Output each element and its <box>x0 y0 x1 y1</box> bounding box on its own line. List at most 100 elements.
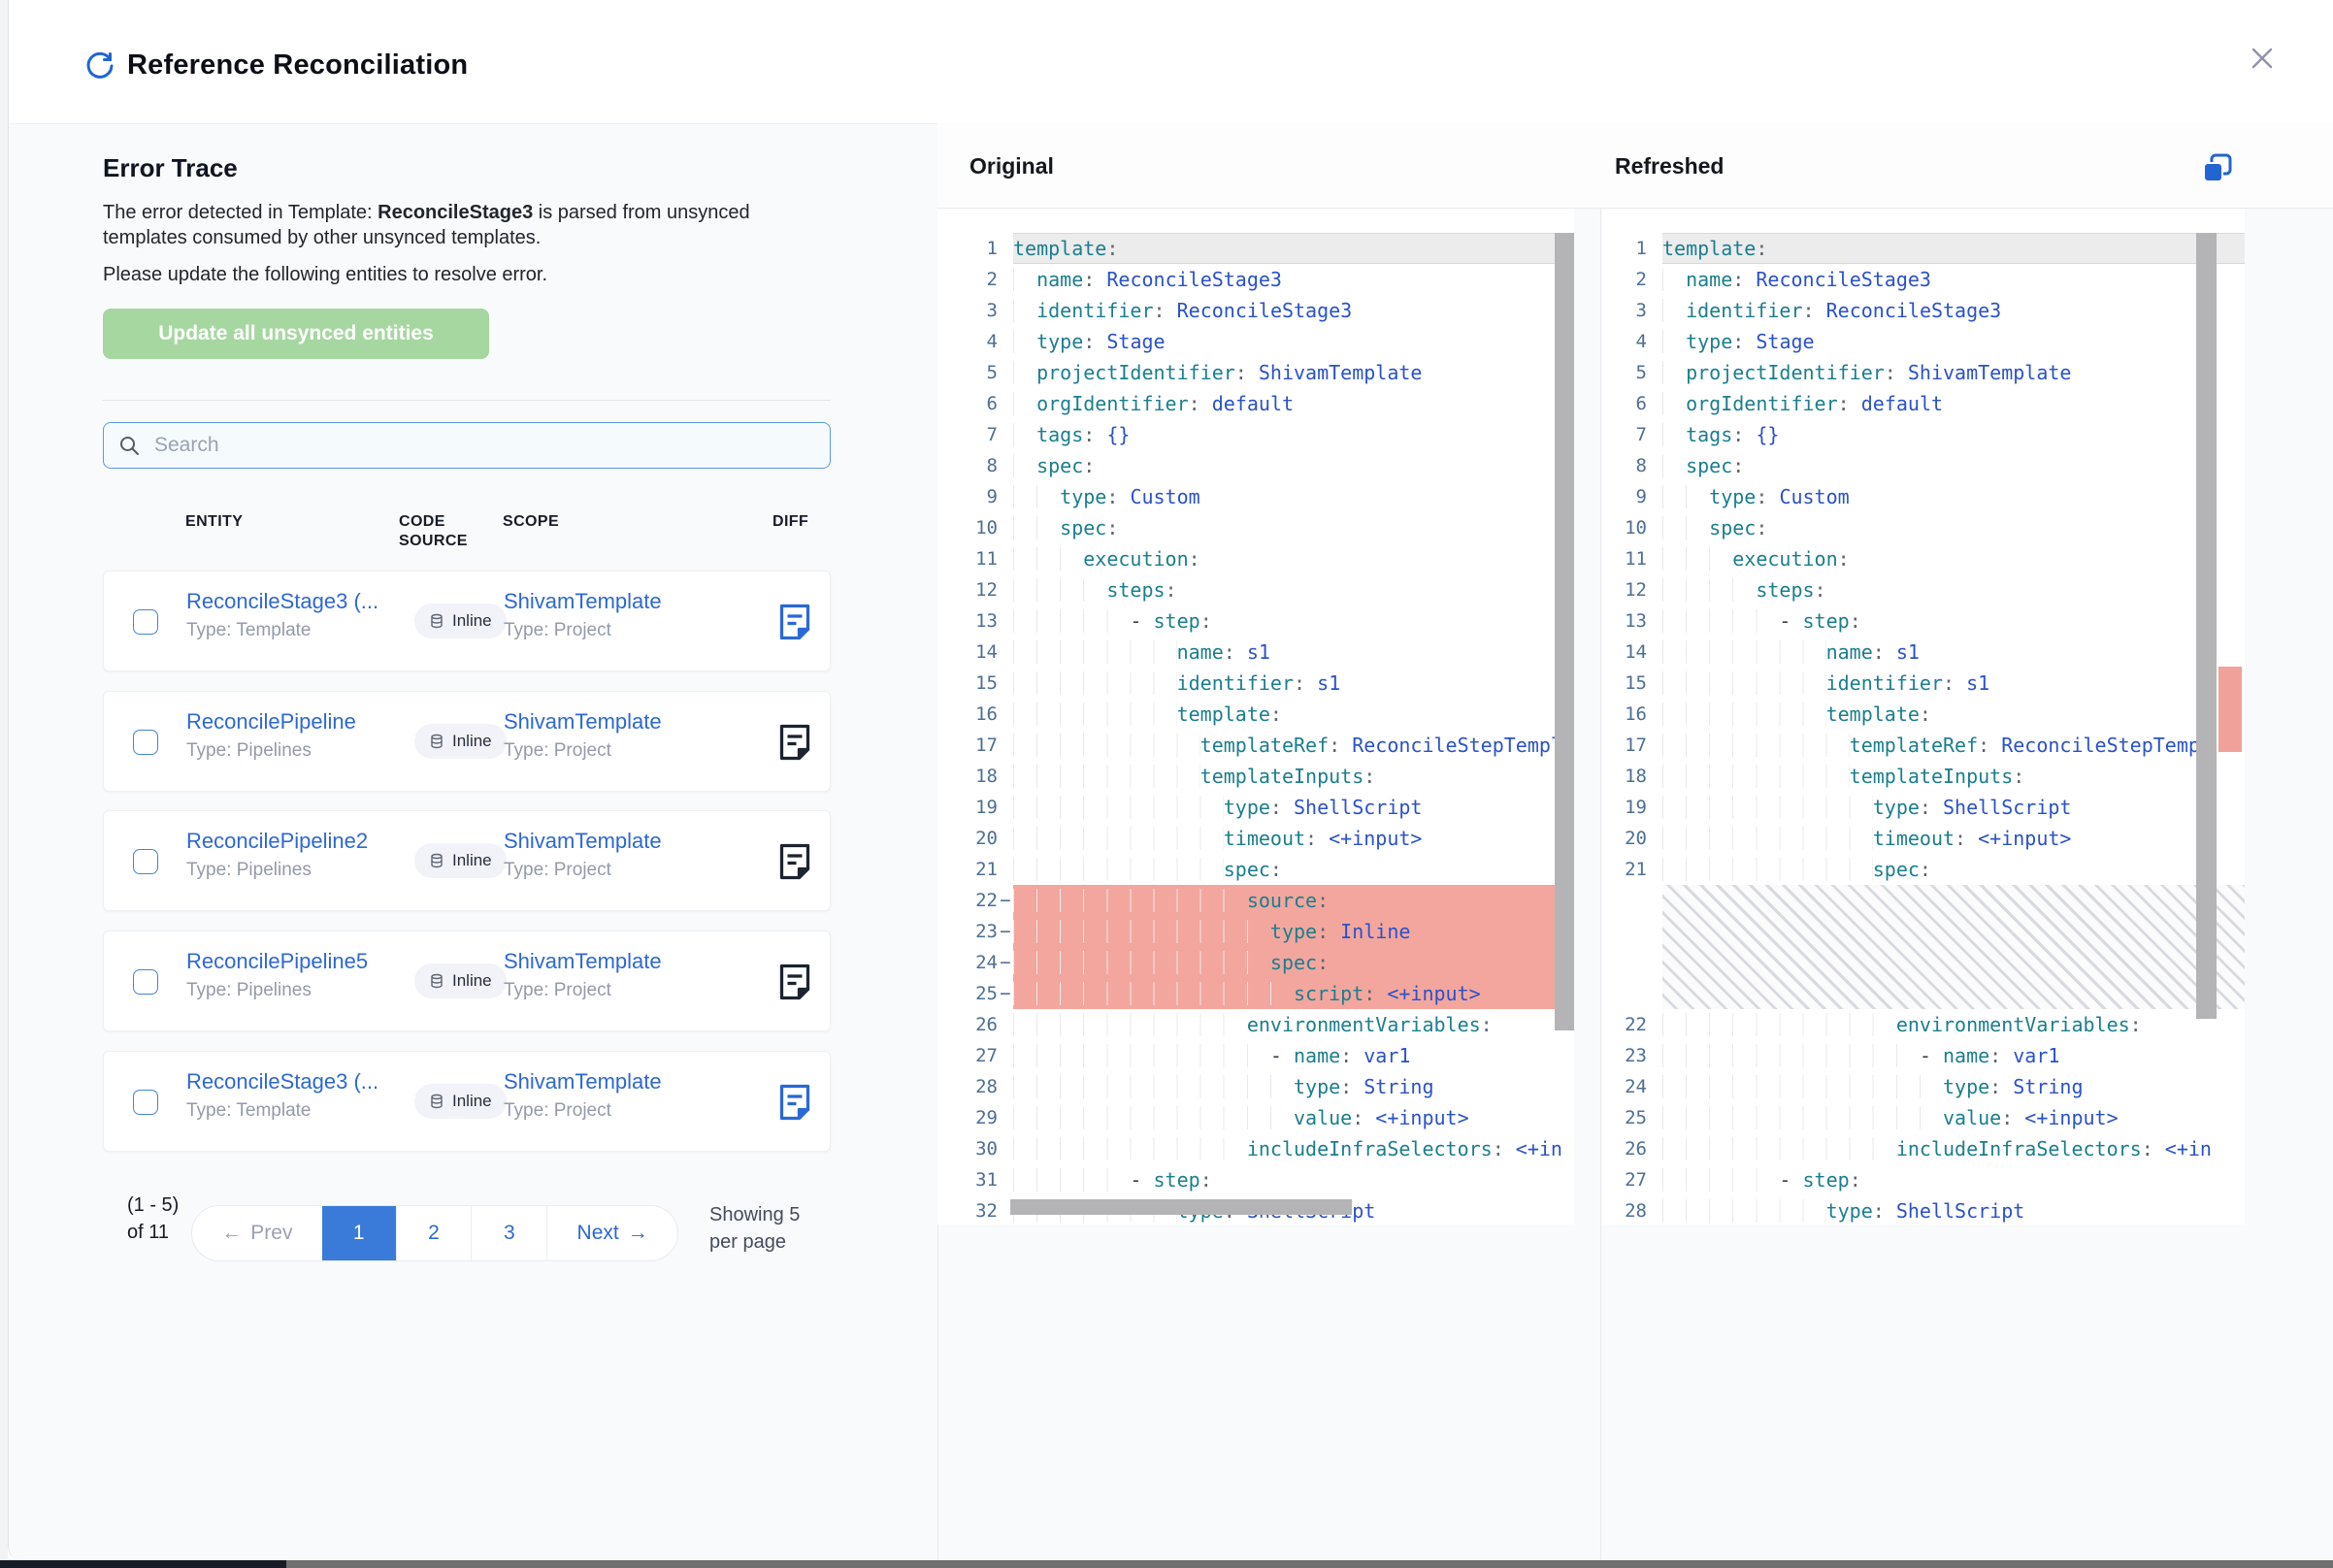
scope-link[interactable]: ShivamTemplate <box>504 949 662 974</box>
original-code-editor[interactable]: 1template:2 name: ReconcileStage33 ident… <box>937 209 1574 1225</box>
code-line: 16 template: <box>937 699 1574 730</box>
error-trace-instruction: Please update the following entities to … <box>103 264 778 286</box>
code-line: 11 execution: <box>937 543 1574 574</box>
code-line: 10 spec: <box>1602 512 2245 543</box>
code-line: 15 identifier: s1 <box>937 668 1574 699</box>
background-left-edge <box>0 0 8 1560</box>
scope-type-label: Type: Project <box>504 740 611 762</box>
code-line: 21 spec: <box>937 854 1574 885</box>
entity-link[interactable]: ReconcilePipeline <box>186 709 356 735</box>
diff-document-icon[interactable] <box>775 722 814 763</box>
arrow-right-icon: → <box>628 1222 648 1245</box>
search-box[interactable] <box>103 422 831 469</box>
code-line: 17 templateRef: ReconcileStepTempl <box>937 730 1574 761</box>
code-source-badge: Inline <box>414 964 507 998</box>
refreshed-code-editor[interactable]: 1template:2 name: ReconcileStage33 ident… <box>1602 209 2245 1225</box>
code-source-badge: Inline <box>414 1084 507 1119</box>
entity-link[interactable]: ReconcileStage3 (... <box>186 589 378 614</box>
scope-link[interactable]: ShivamTemplate <box>504 589 662 614</box>
code-line: 4 type: Stage <box>1602 326 2245 357</box>
horizontal-scrollbar-thumb[interactable] <box>1010 1199 1352 1215</box>
code-source-badge: Inline <box>414 724 507 759</box>
entity-link[interactable]: ReconcilePipeline5 <box>186 949 368 974</box>
page-button-3[interactable]: 3 <box>471 1206 546 1260</box>
page-button-1-active[interactable]: 1 <box>322 1206 396 1260</box>
diff-document-icon[interactable] <box>775 841 814 882</box>
inline-storage-icon <box>429 1094 444 1109</box>
code-line: 2 name: ReconcileStage3 <box>937 264 1574 295</box>
entity-type-label: Type: Template <box>186 1100 312 1122</box>
reference-reconciliation-page: Reference Reconciliation Error Trace The… <box>0 0 2333 1568</box>
code-line: 11 execution: <box>1602 543 2245 574</box>
vertical-scrollbar-thumb[interactable] <box>2196 233 2217 1019</box>
code-line: 7 tags: {} <box>1602 419 2245 450</box>
code-line: 20 timeout: <+input> <box>937 823 1574 854</box>
row-checkbox[interactable] <box>133 730 158 755</box>
code-line: 15 identifier: s1 <box>1602 668 2245 699</box>
code-line: 27 - name: var1 <box>937 1040 1574 1071</box>
divider-between-panels <box>1600 123 1601 1560</box>
code-line: 31 - step: <box>937 1164 1574 1195</box>
code-line: 26 environmentVariables: <box>937 1009 1574 1040</box>
arrow-left-icon: ← <box>221 1222 242 1245</box>
row-checkbox[interactable] <box>133 1090 158 1115</box>
entity-link[interactable]: ReconcilePipeline2 <box>186 829 368 854</box>
scope-link[interactable]: ShivamTemplate <box>504 1069 662 1094</box>
code-line: 25 value: <+input> <box>1602 1102 2245 1133</box>
code-line: 27 - step: <box>1602 1164 2245 1195</box>
inline-storage-icon <box>429 734 444 749</box>
code-line: 1template: <box>937 233 1574 264</box>
row-checkbox[interactable] <box>133 849 158 874</box>
row-checkbox[interactable] <box>133 609 158 635</box>
entity-type-label: Type: Pipelines <box>186 860 312 881</box>
background-bottom-dark <box>0 1560 286 1568</box>
entity-row[interactable]: ReconcilePipeline5 Type: Pipelines Inlin… <box>103 931 831 1031</box>
code-line: 4 type: Stage <box>937 326 1574 357</box>
code-line: 6 orgIdentifier: default <box>1602 388 2245 419</box>
code-line: 30 includeInfraSelectors: <+in <box>937 1133 1574 1164</box>
entity-row[interactable]: ReconcileStage3 (... Type: Template Inli… <box>103 571 831 671</box>
reconciliation-modal: Reference Reconciliation Error Trace The… <box>8 0 2333 1560</box>
entity-row[interactable]: ReconcileStage3 (... Type: Template Inli… <box>103 1051 831 1152</box>
column-header-entity: ENTITY <box>185 512 243 532</box>
code-line: 18 templateInputs: <box>937 761 1574 792</box>
scope-link[interactable]: ShivamTemplate <box>504 829 662 854</box>
scope-type-label: Type: Project <box>504 1100 611 1122</box>
code-line: 21 spec: <box>1602 854 2245 885</box>
code-line: 22− source: <box>937 885 1574 916</box>
error-template-name: ReconcileStage3 <box>378 202 533 223</box>
search-input[interactable] <box>152 433 816 458</box>
code-line: 12 steps: <box>937 574 1574 605</box>
entity-row[interactable]: ReconcilePipeline2 Type: Pipelines Inlin… <box>103 810 831 911</box>
row-checkbox[interactable] <box>133 969 158 995</box>
page-button-2[interactable]: 2 <box>396 1206 472 1260</box>
code-line: 29 value: <+input> <box>937 1102 1574 1133</box>
prev-page-button[interactable]: ←Prev <box>192 1206 322 1260</box>
diff-document-icon[interactable] <box>775 1082 814 1123</box>
diff-document-icon[interactable] <box>775 602 814 642</box>
pagination-range-label: (1 - 5) of 11 <box>127 1192 195 1246</box>
deleted-lines-placeholder <box>1602 885 2245 1009</box>
entity-type-label: Type: Pipelines <box>186 740 312 762</box>
code-line: 19 type: ShellScript <box>937 792 1574 823</box>
scope-link[interactable]: ShivamTemplate <box>504 709 662 735</box>
code-line: 8 spec: <box>937 450 1574 481</box>
code-line: 10 spec: <box>937 512 1574 543</box>
refreshed-panel-title: Refreshed <box>1615 153 1724 180</box>
diff-document-icon[interactable] <box>775 962 814 1002</box>
code-line: 19 type: ShellScript <box>1602 792 2245 823</box>
code-source-badge: Inline <box>414 604 507 638</box>
code-line: 24 type: String <box>1602 1071 2245 1102</box>
close-icon[interactable] <box>2245 41 2280 76</box>
error-trace-description: The error detected in Template: Reconcil… <box>103 200 778 250</box>
entity-row[interactable]: ReconcilePipeline Type: Pipelines Inline… <box>103 691 831 792</box>
error-trace-heading: Error Trace <box>103 153 238 183</box>
inline-storage-icon <box>429 613 444 629</box>
update-all-unsynced-entities-button[interactable]: Update all unsynced entities <box>103 309 489 359</box>
copy-icon[interactable] <box>2200 151 2235 186</box>
code-line: 9 type: Custom <box>1602 481 2245 512</box>
code-line: 28 type: String <box>937 1071 1574 1102</box>
entity-link[interactable]: ReconcileStage3 (... <box>186 1069 378 1094</box>
vertical-scrollbar-thumb[interactable] <box>1555 233 1574 1030</box>
next-page-button[interactable]: Next→ <box>546 1206 677 1260</box>
